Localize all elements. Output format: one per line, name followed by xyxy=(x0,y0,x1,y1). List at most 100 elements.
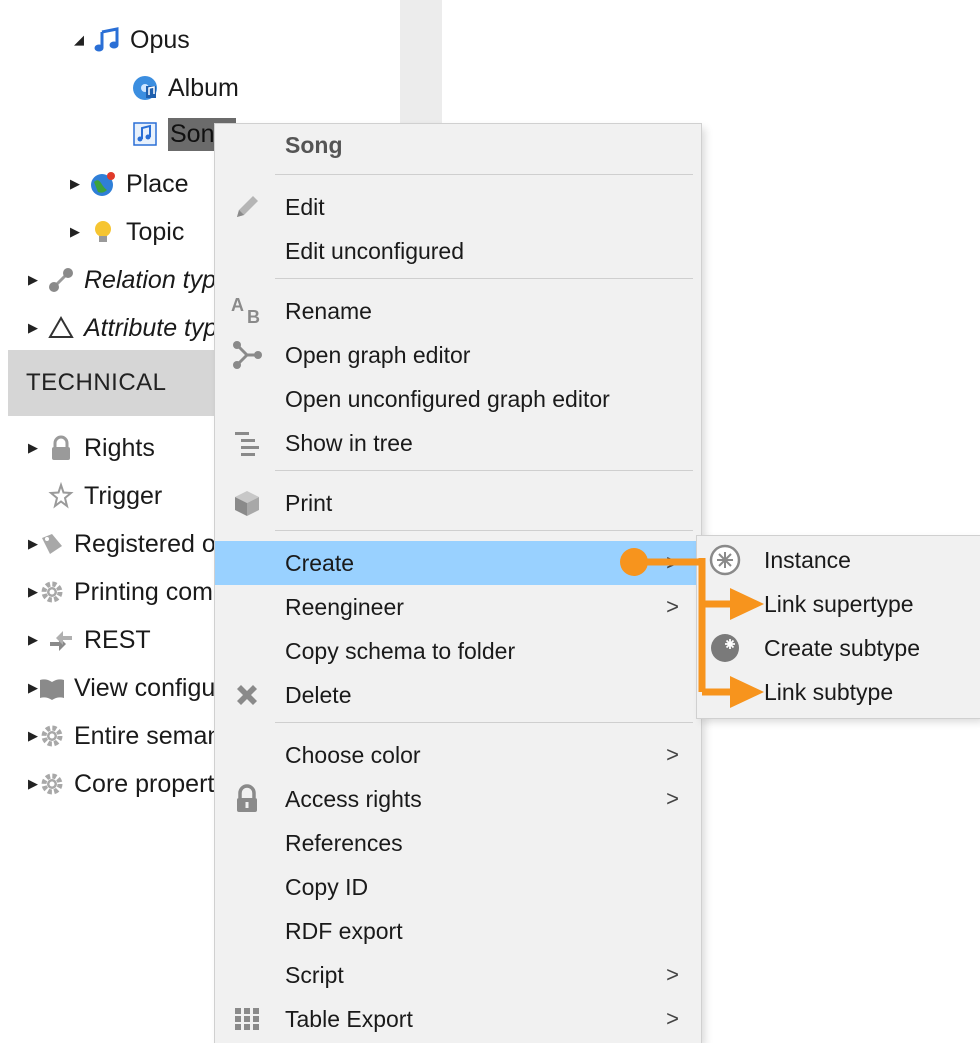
gear-icon xyxy=(38,578,66,606)
tree-item-view-configuration[interactable]: ▶ View configuration xyxy=(28,668,218,708)
menu-separator xyxy=(275,722,693,723)
menu-item-label: Edit xyxy=(285,193,325,220)
submenu-item-label: Link supertype xyxy=(764,590,914,617)
collapsed-arrow-icon[interactable]: ▶ xyxy=(28,320,46,336)
menu-item-reengineer[interactable]: Reengineer > xyxy=(215,585,701,629)
book-icon xyxy=(38,674,66,702)
tree-item-label: Entire semantic network xyxy=(74,721,218,750)
lock-icon xyxy=(46,434,76,462)
submenu-arrow-icon: > xyxy=(666,742,679,767)
menu-separator xyxy=(275,470,693,471)
collapsed-arrow-icon[interactable]: ▶ xyxy=(28,632,46,648)
menu-item-copy-schema-to-folder[interactable]: Copy schema to folder xyxy=(215,629,701,673)
submenu-arrow-icon: > xyxy=(666,1006,679,1031)
menu-item-choose-color[interactable]: Choose color > xyxy=(215,733,701,777)
create-submenu: Instance Link supertype Create subtype L… xyxy=(697,536,980,718)
registered-icon xyxy=(38,530,66,558)
submenu-arrow-icon: > xyxy=(666,786,679,811)
menu-item-open-graph-editor[interactable]: Open graph editor xyxy=(215,333,701,377)
menu-item-print[interactable]: Print xyxy=(215,481,701,525)
submenu-item-create-subtype[interactable]: Create subtype xyxy=(697,626,980,670)
tree-item-label: Opus xyxy=(130,25,190,54)
menu-item-label: Script xyxy=(285,961,344,988)
menu-item-label: References xyxy=(285,829,403,856)
tree-item-attribute-types[interactable]: ▶ Attribute types xyxy=(28,308,244,348)
menu-item-copy-id[interactable]: Copy ID xyxy=(215,865,701,909)
menu-item-label: Show in tree xyxy=(285,429,413,456)
svg-text:B: B xyxy=(247,307,260,327)
menu-item-rdf-export[interactable]: RDF export xyxy=(215,909,701,953)
album-icon xyxy=(130,74,160,102)
menu-item-create[interactable]: Create > xyxy=(215,541,701,585)
tree-item-printing-components[interactable]: ▶ Printing components xyxy=(28,572,218,612)
collapsed-arrow-icon[interactable]: ▶ xyxy=(28,536,38,552)
svg-text:A: A xyxy=(231,295,244,315)
menu-item-label: Open graph editor xyxy=(285,341,471,368)
tree-item-album[interactable]: Album xyxy=(130,68,239,108)
song-icon xyxy=(130,120,160,148)
submenu-item-instance[interactable]: Instance xyxy=(697,538,980,582)
tree-item-entire-semantic-network[interactable]: ▶ Entire semantic network xyxy=(28,716,218,756)
menu-item-label: Table Export xyxy=(285,1005,413,1032)
tree-item-core-properties[interactable]: ▶ Core properties xyxy=(28,764,218,804)
menu-item-references[interactable]: References xyxy=(215,821,701,865)
menu-item-label: Reengineer xyxy=(285,593,404,620)
menu-item-label: Rename xyxy=(285,297,372,324)
tree-item-label: Album xyxy=(168,73,239,102)
collapsed-arrow-icon[interactable]: ▶ xyxy=(28,776,38,792)
collapsed-arrow-icon[interactable]: ▶ xyxy=(28,680,38,696)
tree-item-label: Place xyxy=(126,169,189,198)
context-menu: Song Edit Edit unconfigured AB Rename Op… xyxy=(215,124,701,1043)
menu-item-access-rights[interactable]: Access rights > xyxy=(215,777,701,821)
collapsed-arrow-icon[interactable]: ▶ xyxy=(28,440,46,456)
menu-item-edit[interactable]: Edit xyxy=(215,185,701,229)
trigger-icon xyxy=(46,482,76,510)
tree-item-label: Printing components xyxy=(74,577,218,606)
relation-icon xyxy=(46,266,76,294)
tree-item-label: REST xyxy=(84,625,151,654)
menu-item-table-export[interactable]: Table Export > xyxy=(215,997,701,1041)
instance-icon xyxy=(707,542,743,578)
tree-item-topic[interactable]: ▶ Topic xyxy=(70,212,184,252)
lock-icon xyxy=(229,781,265,817)
tree-item-label: Core properties xyxy=(74,769,218,798)
submenu-item-link-supertype[interactable]: Link supertype xyxy=(697,582,980,626)
menu-item-delete[interactable]: Delete xyxy=(215,673,701,717)
tree-item-rest[interactable]: ▶ REST xyxy=(28,620,151,660)
menu-item-label: Create xyxy=(285,549,355,576)
menu-item-label: Edit unconfigured xyxy=(285,237,465,264)
menu-item-label: Copy schema to folder xyxy=(285,637,516,664)
tree-item-registered-objects[interactable]: ▶ Registered objects xyxy=(28,524,218,564)
tree-item-relation-types[interactable]: ▶ Relation types xyxy=(28,260,242,300)
menu-separator xyxy=(275,174,693,175)
tree-item-label: Topic xyxy=(126,217,185,246)
menu-item-script[interactable]: Script > xyxy=(215,953,701,997)
collapsed-arrow-icon[interactable]: ▶ xyxy=(28,272,46,288)
tree-icon xyxy=(229,425,265,461)
menu-item-rename[interactable]: AB Rename xyxy=(215,289,701,333)
tree-item-trigger[interactable]: Trigger xyxy=(46,476,162,516)
menu-item-open-unconfigured-graph-editor[interactable]: Open unconfigured graph editor xyxy=(215,377,701,421)
grid-icon xyxy=(229,1001,265,1037)
menu-separator xyxy=(275,278,693,279)
tree-item-rights[interactable]: ▶ Rights xyxy=(28,428,155,468)
tree-item-place[interactable]: ▶ Place xyxy=(70,164,189,204)
menu-item-edit-unconfigured[interactable]: Edit unconfigured xyxy=(215,229,701,273)
collapsed-arrow-icon[interactable]: ▶ xyxy=(70,176,88,192)
context-menu-header: Song xyxy=(285,132,343,158)
submenu-item-link-subtype[interactable]: Link subtype xyxy=(697,670,980,714)
section-header-technical[interactable]: TECHNICAL xyxy=(8,350,220,416)
menu-item-show-in-tree[interactable]: Show in tree xyxy=(215,421,701,465)
collapsed-arrow-icon[interactable]: ▶ xyxy=(28,728,38,744)
printer-icon xyxy=(229,485,265,521)
menu-separator xyxy=(275,530,693,531)
graph-icon xyxy=(229,337,265,373)
submenu-arrow-icon: > xyxy=(666,550,679,575)
submenu-item-label: Link subtype xyxy=(764,678,894,705)
expanded-arrow-icon[interactable]: ◢ xyxy=(74,32,92,48)
collapsed-arrow-icon[interactable]: ▶ xyxy=(70,224,88,240)
menu-item-label: Copy ID xyxy=(285,873,369,900)
collapsed-arrow-icon[interactable]: ▶ xyxy=(28,584,38,600)
tree-item-opus[interactable]: ◢ Opus xyxy=(74,20,190,60)
lightbulb-icon xyxy=(88,218,118,246)
